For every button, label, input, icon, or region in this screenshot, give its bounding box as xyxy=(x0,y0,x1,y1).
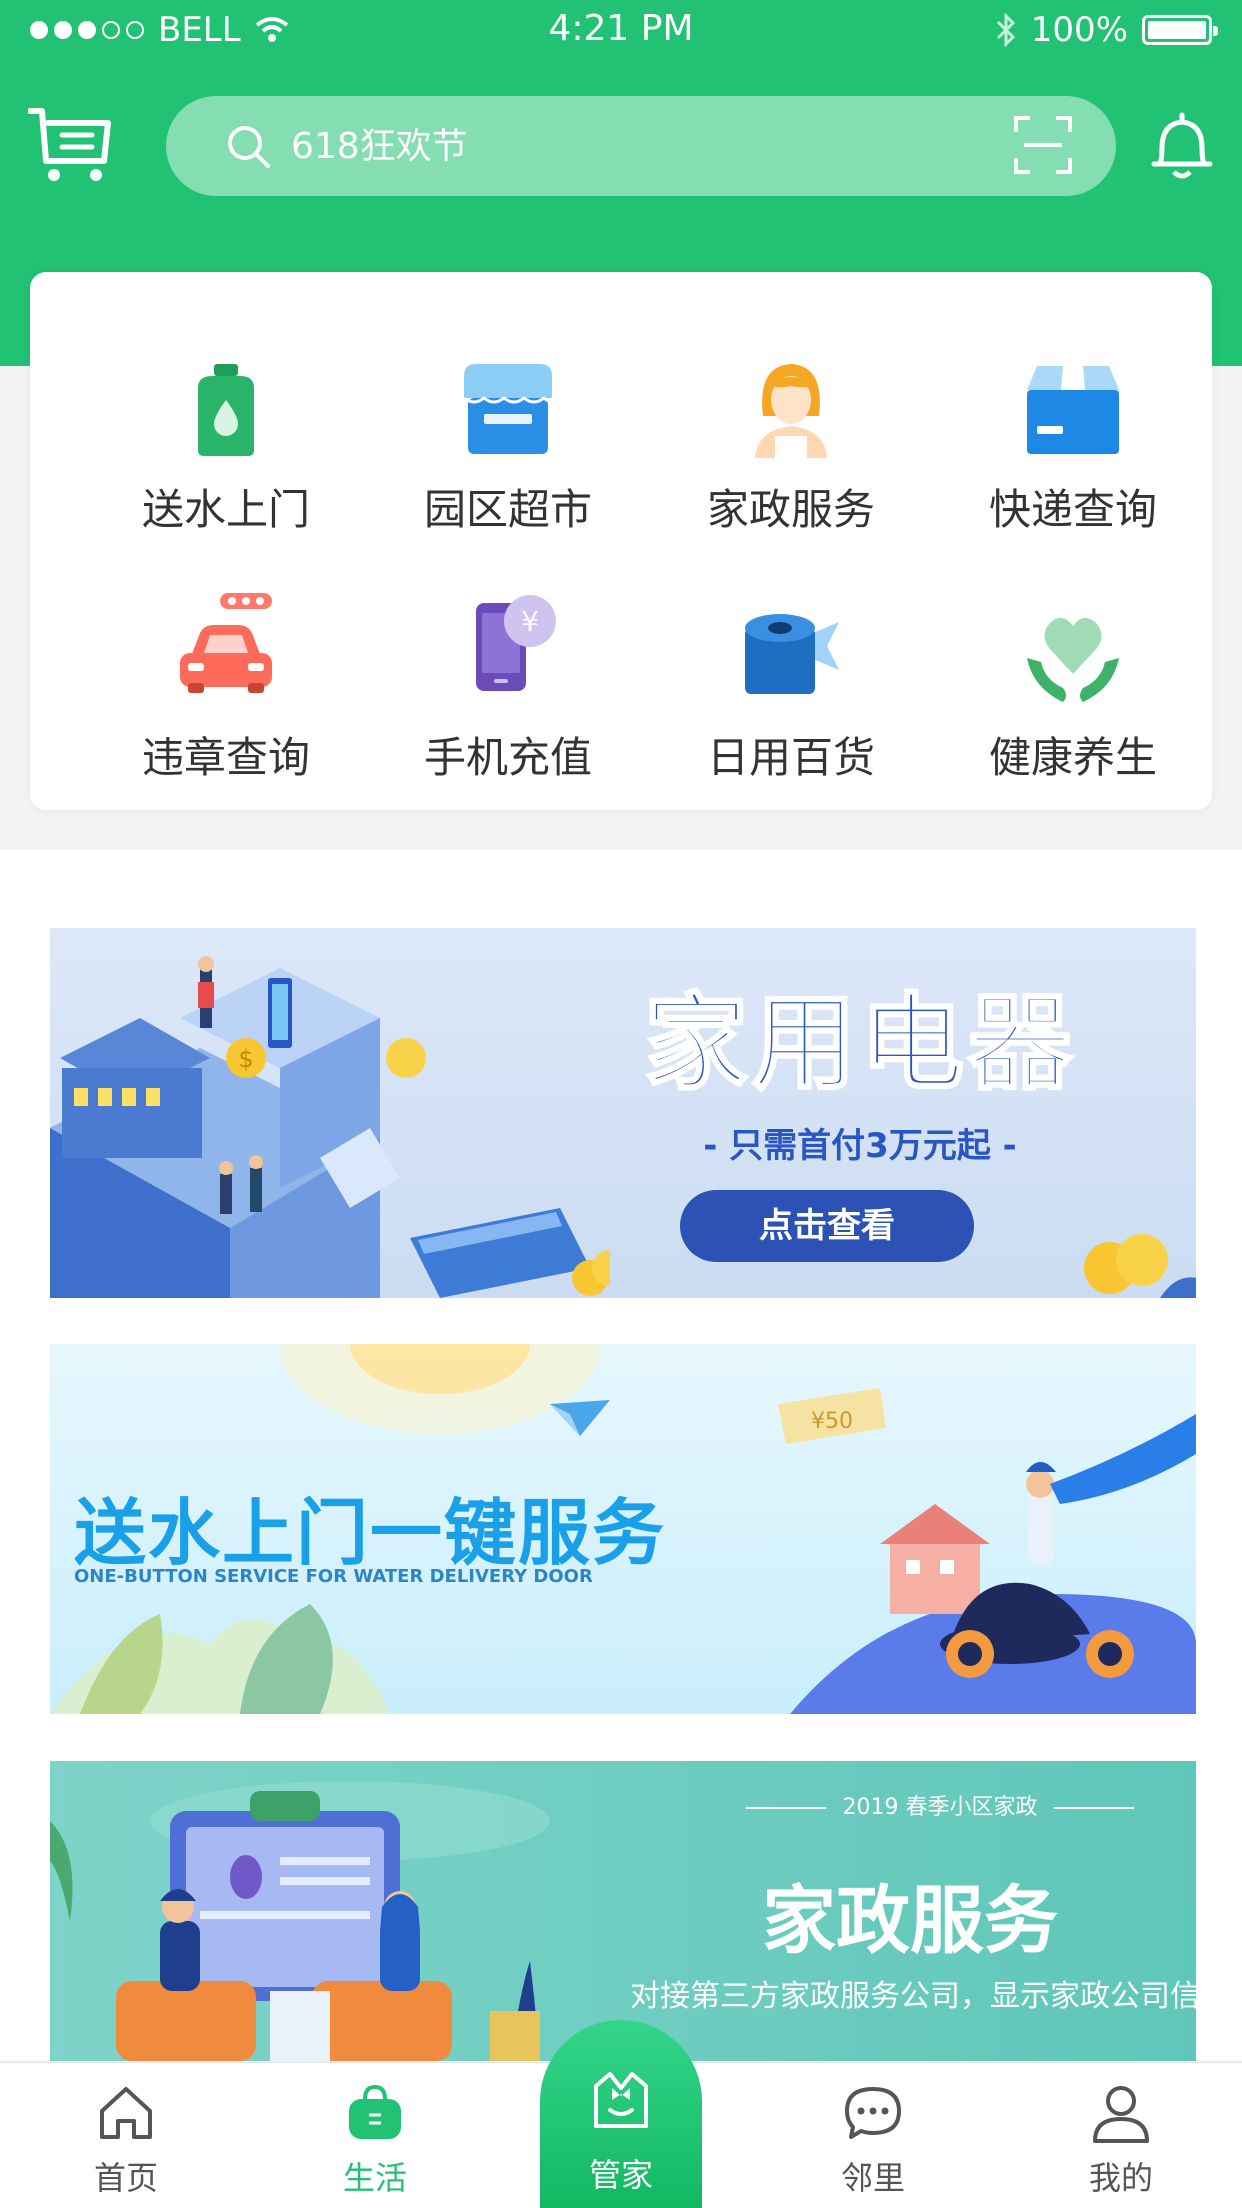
svg-text:¥: ¥ xyxy=(521,605,539,638)
phone-recharge-icon: ¥ xyxy=(476,595,556,691)
shopping-bag-icon xyxy=(349,2084,401,2139)
battery-icon xyxy=(1142,15,1218,45)
tissue-roll-icon xyxy=(745,614,839,694)
banner-subtitle: ONE-BUTTON SERVICE FOR WATER DELIVERY DO… xyxy=(74,1566,593,1587)
service-label: 快递查询 xyxy=(988,485,1157,534)
cart-icon[interactable] xyxy=(28,105,114,185)
isometric-city-illustration: $ xyxy=(50,956,610,1298)
tab-home[interactable]: 首页 xyxy=(41,2063,211,2208)
battery-percent: 100% xyxy=(1030,10,1128,50)
package-icon xyxy=(1027,366,1119,454)
eyebrow-line-left xyxy=(745,1807,826,1809)
housekeeper-icon xyxy=(755,364,827,458)
tab-label: 生活 xyxy=(342,2159,407,2197)
tab-profile[interactable]: 我的 xyxy=(1036,2063,1206,2208)
chat-icon xyxy=(845,2087,901,2139)
tab-butler[interactable]: 管家 xyxy=(540,2020,702,2208)
service-label: 手机充值 xyxy=(423,733,592,782)
service-label: 送水上门 xyxy=(141,485,310,534)
tab-label: 邻里 xyxy=(840,2159,905,2197)
banner-title: 家政服务 xyxy=(762,1878,1058,1964)
service-label: 健康养生 xyxy=(988,733,1157,782)
tab-neighbors[interactable]: 邻里 xyxy=(788,2063,958,2208)
svg-text:$: $ xyxy=(238,1045,253,1073)
search-input[interactable] xyxy=(291,116,991,176)
user-icon xyxy=(1093,2086,1149,2143)
service-label: 日用百货 xyxy=(706,733,875,782)
search-bar[interactable] xyxy=(166,96,1116,196)
service-recharge[interactable]: ¥ 手机充值 xyxy=(383,595,633,808)
service-express[interactable]: 快递查询 xyxy=(948,360,1198,560)
banner-subtitle: - 只需首付3万元起 - xyxy=(703,1126,1017,1166)
search-icon xyxy=(228,126,270,168)
banner-appliances[interactable]: $ 家用电器 - 只需首付3万元起 - 点击查看 xyxy=(50,928,1196,1298)
eyebrow-line-right xyxy=(1054,1807,1135,1809)
banner-housekeeping[interactable]: 2019 春季小区家政 家政服务 对接第三方家政服务公司，显示家政公司信息 xyxy=(50,1761,1196,2061)
view-button[interactable]: 点击查看 xyxy=(680,1190,974,1262)
tab-label: 管家 xyxy=(588,2156,653,2194)
service-label: 家政服务 xyxy=(706,485,875,534)
tab-label: 首页 xyxy=(93,2159,158,2197)
butler-icon xyxy=(594,2072,648,2128)
service-daily-goods[interactable]: 日用百货 xyxy=(666,608,916,808)
heart-hands-icon xyxy=(1027,617,1119,702)
car-icon xyxy=(180,593,272,693)
banner-subtitle: 对接第三方家政服务公司，显示家政公司信息 xyxy=(630,1979,1196,2014)
bluetooth-icon xyxy=(996,13,1015,47)
service-housekeeping[interactable]: 家政服务 xyxy=(666,360,916,560)
service-water[interactable]: 送水上门 xyxy=(101,360,351,560)
banner-water-delivery[interactable]: ¥50 送水上门一键服务 ONE-BUTTON SERVICE FOR WATE… xyxy=(50,1344,1196,1714)
scan-icon[interactable] xyxy=(1014,116,1072,174)
home-icon xyxy=(100,2087,152,2139)
water-bottle-icon xyxy=(198,364,254,456)
coins-decoration xyxy=(1084,1234,1196,1298)
meeting-illustration xyxy=(50,1781,550,2061)
tab-life[interactable]: 生活 xyxy=(290,2063,460,2208)
service-store[interactable]: 园区超市 xyxy=(383,360,633,560)
service-label: 园区超市 xyxy=(423,485,592,534)
bell-icon[interactable] xyxy=(1150,112,1214,182)
service-violation[interactable]: 违章查询 xyxy=(101,593,351,808)
banner-title: 家用电器 xyxy=(642,981,1076,1106)
banner-title: 送水上门一键服务 xyxy=(74,1491,667,1575)
services-card: 送水上门 园区超市 家政服务 快递查询 违章查询 ¥ 手机充值 日用百货 健康养… xyxy=(30,272,1212,810)
service-label: 违章查询 xyxy=(141,733,310,782)
service-health[interactable]: 健康养生 xyxy=(948,608,1198,808)
banner-eyebrow: 2019 春季小区家政 xyxy=(710,1789,1170,1821)
store-icon xyxy=(463,364,554,454)
status-right: 100% xyxy=(995,10,1218,50)
svg-text:¥50: ¥50 xyxy=(811,1409,853,1434)
eyebrow-text: 2019 春季小区家政 xyxy=(842,1795,1038,1820)
status-bar: BELL 4:21 PM 100% xyxy=(0,0,1242,60)
tab-label: 我的 xyxy=(1088,2159,1153,2197)
